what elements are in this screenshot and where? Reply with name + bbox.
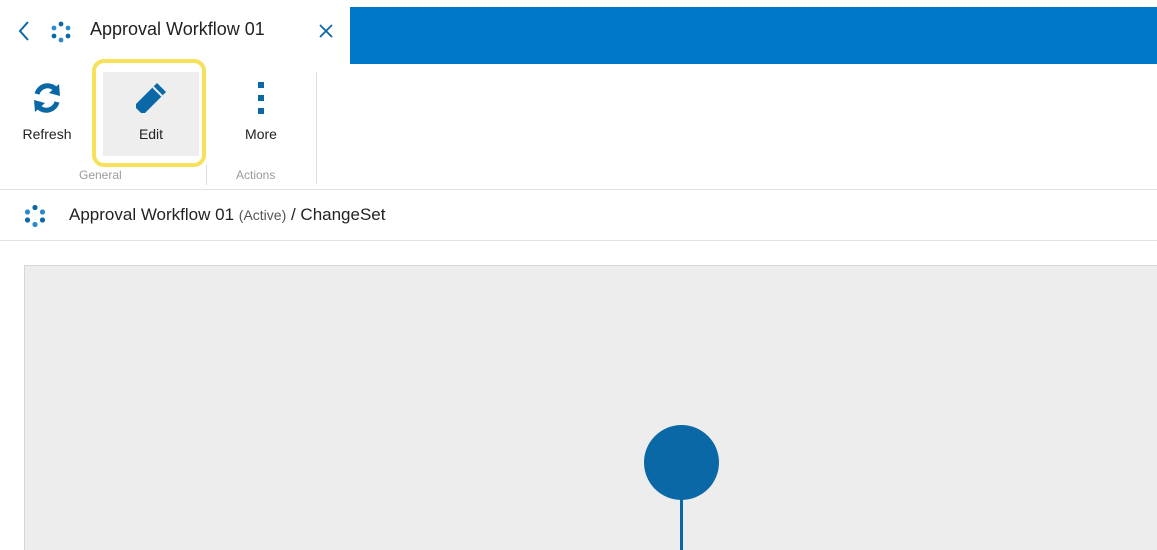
group-label-general: General (79, 168, 122, 182)
workflow-canvas[interactable] (24, 265, 1157, 550)
edit-button[interactable]: Edit (103, 72, 199, 156)
workflow-start-node[interactable] (644, 425, 719, 500)
app-window: Approval Workflow 01 Refresh Edit More G… (0, 0, 1157, 550)
refresh-label: Refresh (22, 126, 72, 142)
workflow-dots-icon (50, 21, 72, 43)
breadcrumb: Approval Workflow 01 (Active) / ChangeSe… (0, 190, 1157, 240)
ribbon-toolbar: Refresh Edit More General Actions (0, 64, 1157, 190)
pencil-icon (131, 78, 171, 118)
breadcrumb-changeset: / ChangeSet (290, 205, 386, 224)
group-divider (206, 165, 207, 185)
more-vertical-icon (241, 78, 281, 118)
edit-label: Edit (138, 126, 164, 142)
divider (0, 240, 1157, 241)
close-icon[interactable] (315, 20, 337, 42)
breadcrumb-workflow-name[interactable]: Approval Workflow 01 (69, 205, 234, 224)
refresh-icon (27, 78, 67, 118)
tab-bar: Approval Workflow 01 (0, 0, 1157, 64)
more-label: More (245, 126, 277, 142)
tab-title: Approval Workflow 01 (90, 19, 265, 39)
workflow-connector (680, 499, 683, 550)
tab-approval-workflow[interactable]: Approval Workflow 01 (0, 0, 350, 64)
group-label-actions: Actions (236, 168, 276, 182)
breadcrumb-text: Approval Workflow 01 (Active) / ChangeSe… (69, 205, 385, 225)
refresh-button[interactable]: Refresh (8, 72, 86, 156)
more-button[interactable]: More (216, 72, 306, 156)
tab-bar-fill (350, 7, 1157, 64)
workflow-dots-icon (23, 204, 47, 228)
group-divider (316, 72, 317, 184)
status-badge: (Active) (238, 207, 287, 223)
chevron-left-icon[interactable] (14, 18, 36, 44)
